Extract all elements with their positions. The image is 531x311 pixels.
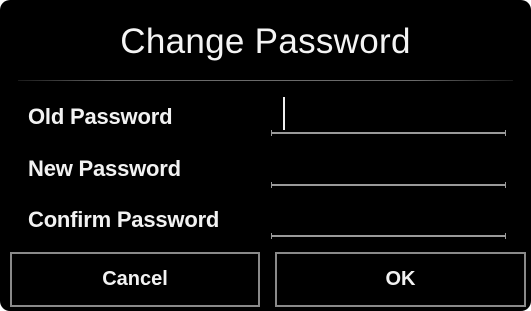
old-password-field[interactable] [271, 98, 506, 134]
new-password-label: New Password [28, 156, 181, 181]
text-cursor [283, 97, 285, 130]
confirm-password-label: Confirm Password [28, 207, 220, 232]
confirm-password-field[interactable] [271, 201, 506, 237]
confirm-password-field-tick-right [505, 233, 506, 239]
old-password-field-tick-left [271, 130, 272, 136]
cancel-button[interactable]: Cancel [10, 252, 260, 307]
dialog-title: Change Password [120, 22, 411, 61]
old-password-label: Old Password [28, 104, 173, 129]
title-divider [18, 80, 513, 81]
old-password-field-tick-right [505, 130, 506, 136]
new-password-field-tick-right [505, 182, 506, 188]
confirm-password-field-tick-left [271, 233, 272, 239]
ok-button[interactable]: OK [275, 252, 526, 307]
new-password-field[interactable] [271, 150, 506, 186]
change-password-dialog: Change Password Old Password New Passwor… [0, 0, 531, 311]
new-password-field-tick-left [271, 182, 272, 188]
